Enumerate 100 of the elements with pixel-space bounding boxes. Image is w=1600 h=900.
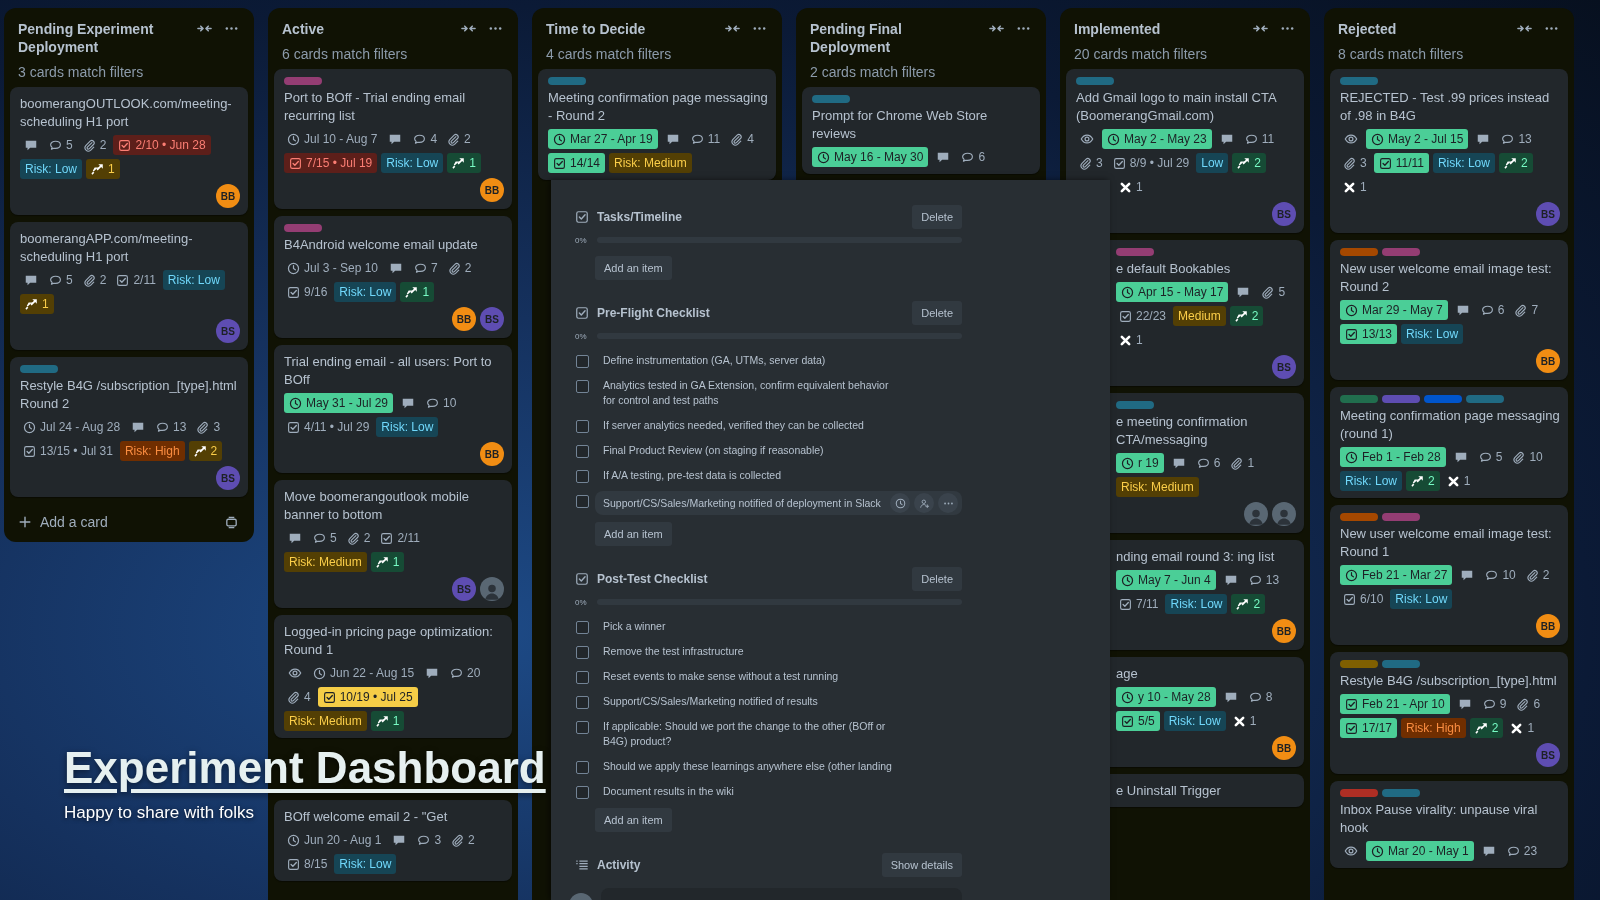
attachment-count: 2 <box>464 132 471 146</box>
checklist-item[interactable]: Support/CS/Sales/Marketing notified of results <box>603 694 903 709</box>
card-title: e meeting confirmation CTA/messaging <box>1115 413 1249 449</box>
checkbox[interactable] <box>576 470 589 483</box>
checkbox-icon <box>1345 327 1358 341</box>
plus-icon <box>18 515 32 529</box>
show-details-button[interactable]: Show details <box>881 853 962 877</box>
checkbox[interactable] <box>576 786 589 799</box>
checklist-item[interactable]: Define instrumentation (GA, UTMs, server data) <box>603 353 903 368</box>
comment-icon <box>414 261 428 275</box>
clock-icon <box>1121 285 1134 299</box>
checklist-item[interactable]: If applicable: Should we port the change to the other (BOff or B4G) product? <box>603 719 903 749</box>
checkbox[interactable] <box>576 646 589 659</box>
add-card-button[interactable]: Add a card <box>14 510 112 534</box>
card[interactable]: BOff welcome email 2 - "Get Jun 20 - Aug 1 3 2 8/15 Risk: Low <box>274 800 512 881</box>
card[interactable]: Meeting confirmation page messaging (round 1) Feb 1 - Feb 28 5 10 Risk: Low 2 1 <box>1330 387 1568 498</box>
cross-count: 1 <box>1463 474 1471 488</box>
add-item-button[interactable]: Add an item <box>595 808 672 832</box>
comment-icon <box>1478 450 1492 464</box>
card[interactable]: New user welcome email image test: Round 2 Mar 29 - May 7 6 7 13/13 Risk: Low BB <box>1330 240 1568 380</box>
clock-icon <box>1121 690 1134 704</box>
checkbox[interactable] <box>576 696 589 709</box>
checkbox[interactable] <box>576 420 589 433</box>
checkbox-icon <box>1378 156 1392 170</box>
member-avatar[interactable]: BB <box>1536 349 1560 373</box>
card[interactable]: boomerangOUTLOOK.com/meeting-scheduling H1 port 5 2 2/10 • Jun 28 Risk: Low 1 BB <box>10 87 248 215</box>
member-avatar[interactable]: BB <box>1272 736 1296 760</box>
comment-count: 4 <box>430 132 438 146</box>
card[interactable]: Add Gmail logo to main install CTA (BoomerangGmail.com) May 2 - May 23 11 3 8/9 • Jul 29 Low 2 1 BS <box>1066 69 1304 233</box>
checklist-item[interactable]: Remove the test infrastructure <box>603 644 903 659</box>
paperclip-icon <box>1079 156 1092 170</box>
attachment-count: 7 <box>1531 303 1539 317</box>
checkbox-icon <box>118 138 132 152</box>
checklist-item[interactable]: If A/A testing, pre-test data is collected <box>603 468 903 483</box>
member-avatar[interactable]: BB <box>1272 619 1296 643</box>
card[interactable]: Restyle B4G /subscription_[type].html Feb 21 - Apr 10 9 6 17/17 Risk: High 2 1 BS <box>1330 652 1568 774</box>
card-title: boomerangAPP.com/meeting-scheduling H1 port <box>20 230 194 266</box>
checkbox[interactable] <box>576 380 589 393</box>
checkbox[interactable] <box>576 445 589 458</box>
checkbox[interactable] <box>576 671 589 684</box>
eye-icon <box>1080 132 1094 146</box>
comment-count: 10 <box>443 396 457 410</box>
card[interactable]: Trial ending email - all users: Port to BOff May 31 - Jul 29 10 4/11 • Jul 29 Risk: Low BB <box>274 345 512 473</box>
checkbox[interactable] <box>576 721 589 734</box>
checklist-item[interactable]: Pick a winner <box>603 619 903 634</box>
assign-button[interactable] <box>914 493 934 513</box>
issue-count: 1 <box>392 555 400 569</box>
arrows-icon <box>1237 156 1251 170</box>
card-title: Meeting confirmation page messaging (round 1) <box>1340 407 1560 443</box>
card[interactable]: Logged-in pricing page optimization: Round 1 Jun 22 - Aug 15 20 4 10/19 • Jul 25 Risk: Medium 1 <box>274 615 512 738</box>
paperclip-icon <box>451 833 465 847</box>
attachment-count: 4 <box>747 132 754 146</box>
checkbox[interactable] <box>576 621 589 634</box>
checklist-progress: 2/11 <box>133 273 156 287</box>
checklist-item[interactable]: Should we apply these learnings anywhere else (other landing <box>603 759 903 774</box>
member-avatar[interactable] <box>480 577 504 601</box>
checkbox[interactable] <box>576 355 589 368</box>
due-date-button[interactable] <box>890 493 910 513</box>
add-item-button[interactable]: Add an item <box>595 256 672 280</box>
card-title: Trial ending email - all users: Port to BOff <box>284 353 493 389</box>
card[interactable]: Prompt for Chrome Web Store reviews May 16 - May 30 6 <box>802 87 1040 174</box>
description-icon <box>1476 132 1491 146</box>
date-range: Jun 20 - Aug 1 <box>304 833 382 847</box>
member-avatar[interactable]: BB <box>1536 614 1560 638</box>
card-title: Prompt for Chrome Web Store reviews <box>812 107 989 143</box>
card[interactable]: boomerangAPP.com/meeting-scheduling H1 port 5 2 2/11 Risk: Low 1 BS <box>10 222 248 350</box>
card[interactable]: Restyle B4G /subscription_[type].html Round 2 Jul 24 - Aug 28 13 3 13/15 • Jul 31 Risk: High 2 BS <box>10 357 248 497</box>
card[interactable]: Move boomerangoutlook mobile banner to bottom 5 2 2/11 Risk: Medium 1 BS <box>274 480 512 608</box>
card[interactable]: REJECTED - Test .99 prices instead of .98 in B4G May 2 - Jul 15 13 3 11/11 Risk: Low 2 1 BS <box>1330 69 1568 233</box>
member-avatar[interactable] <box>1244 502 1268 526</box>
checklist-item[interactable]: Support/CS/Sales/Marketing notified of deployment in Slack <box>603 495 890 511</box>
delete-button[interactable]: Delete <box>912 205 962 229</box>
card[interactable]: Inbox Pause virality: unpause viral hook Mar 20 - May 1 23 <box>1330 781 1568 868</box>
attachment-count: 4 <box>304 690 311 704</box>
member-avatar[interactable] <box>1272 502 1296 526</box>
delete-button[interactable]: Delete <box>912 301 962 325</box>
arrows-icon <box>1503 156 1517 170</box>
checkbox[interactable] <box>576 495 589 508</box>
add-item-button[interactable]: Add an item <box>595 522 672 546</box>
checkbox-icon <box>116 273 130 287</box>
card[interactable]: Meeting confirmation page messaging - Round 2 Mar 27 - Apr 19 11 4 14/14 Risk: Medium <box>538 69 776 180</box>
arrows-icon <box>91 162 104 176</box>
checklist-item[interactable]: Document results in the wiki <box>603 784 903 799</box>
checklist-item[interactable]: Reset events to make sense without a test running <box>603 669 903 684</box>
date-range: May 2 - Jul 15 <box>1388 132 1464 146</box>
card[interactable]: Port to BOff - Trial ending email recurring list Jul 10 - Aug 7 4 2 7/15 • Jul 19 Risk: Low 1 BB <box>274 69 512 209</box>
card[interactable]: B4Android welcome email update Jul 3 - Sep 10 7 2 9/16 Risk: Low 1 BB BS <box>274 216 512 338</box>
date-range: r 19 <box>1138 456 1159 470</box>
member-avatar[interactable]: BB <box>480 178 504 202</box>
member-avatar[interactable]: BB <box>480 442 504 466</box>
member-avatar[interactable]: BB <box>452 307 476 331</box>
checkbox[interactable] <box>576 761 589 774</box>
card-count: 2 cards match filters <box>810 64 937 80</box>
card-title: Meeting confirmation page messaging - Round 2 <box>548 89 768 125</box>
checklist-item[interactable]: Analytics tested in GA Extension, confirm equivalent behavior for control and test paths <box>603 378 903 408</box>
delete-button[interactable]: Delete <box>912 567 962 591</box>
checklist-item[interactable]: Final Product Review (on staging if reasonable) <box>603 443 903 458</box>
checklist-item[interactable]: If server analytics needed, verified they can be collected <box>603 418 903 433</box>
card[interactable]: New user welcome email image test: Round 1 Feb 21 - Mar 27 10 2 6/10 Risk: Low BB <box>1330 505 1568 645</box>
member-avatar[interactable]: BB <box>216 184 240 208</box>
